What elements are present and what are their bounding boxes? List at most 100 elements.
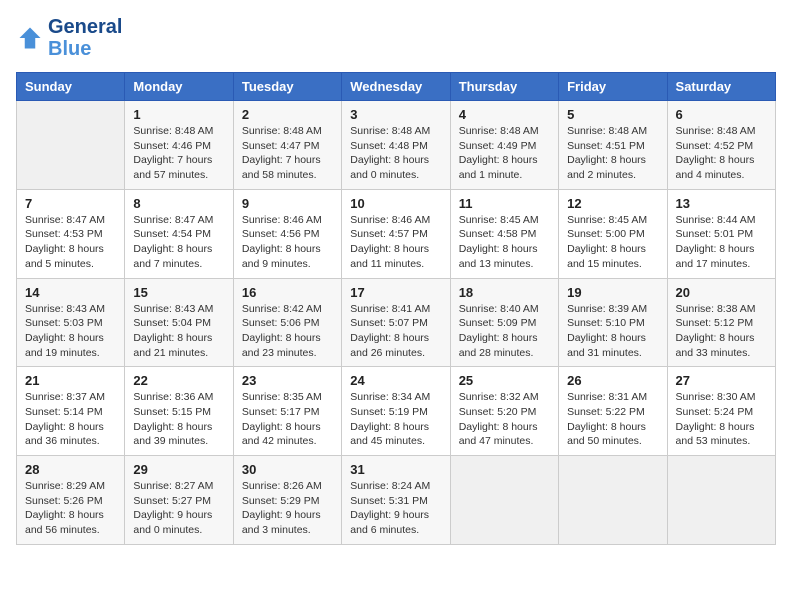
calendar-header: SundayMondayTuesdayWednesdayThursdayFrid… — [17, 73, 776, 101]
day-number: 6 — [676, 107, 767, 122]
day-number: 27 — [676, 373, 767, 388]
calendar-week-row: 1 Sunrise: 8:48 AMSunset: 4:46 PMDaylight… — [17, 101, 776, 190]
logo: GeneralBlue — [16, 16, 122, 60]
day-info: Sunrise: 8:48 AMSunset: 4:48 PMDaylight:… — [350, 124, 441, 183]
day-number: 15 — [133, 285, 224, 300]
day-info: Sunrise: 8:42 AMSunset: 5:06 PMDaylight:… — [242, 302, 333, 361]
day-number: 19 — [567, 285, 658, 300]
calendar-day-cell: 8 Sunrise: 8:47 AMSunset: 4:54 PMDaylight… — [125, 189, 233, 278]
weekday-header: Tuesday — [233, 73, 341, 101]
day-info: Sunrise: 8:46 AMSunset: 4:57 PMDaylight:… — [350, 213, 441, 272]
calendar-day-cell: 26 Sunrise: 8:31 AMSunset: 5:22 PMDayligh… — [559, 367, 667, 456]
day-number: 26 — [567, 373, 658, 388]
day-info: Sunrise: 8:43 AMSunset: 5:04 PMDaylight:… — [133, 302, 224, 361]
calendar-week-row: 28Sunrise: 8:29 AMSunset: 5:26 PMDayligh… — [17, 456, 776, 545]
day-number: 21 — [25, 373, 116, 388]
calendar-day-cell: 16Sunrise: 8:42 AMSunset: 5:06 PMDayligh… — [233, 278, 341, 367]
day-number: 5 — [567, 107, 658, 122]
day-number: 13 — [676, 196, 767, 211]
day-number: 29 — [133, 462, 224, 477]
weekday-header: Saturday — [667, 73, 775, 101]
calendar-day-cell: 5 Sunrise: 8:48 AMSunset: 4:51 PMDaylight… — [559, 101, 667, 190]
calendar-day-cell — [667, 456, 775, 545]
calendar-week-row: 21 Sunrise: 8:37 AMSunset: 5:14 PMDayligh… — [17, 367, 776, 456]
calendar-day-cell: 27 Sunrise: 8:30 AMSunset: 5:24 PMDayligh… — [667, 367, 775, 456]
weekday-header: Thursday — [450, 73, 558, 101]
calendar-day-cell: 15 Sunrise: 8:43 AMSunset: 5:04 PMDayligh… — [125, 278, 233, 367]
day-info: Sunrise: 8:26 AMSunset: 5:29 PMDaylight:… — [242, 479, 333, 538]
calendar-day-cell: 22Sunrise: 8:36 AMSunset: 5:15 PMDayligh… — [125, 367, 233, 456]
day-info: Sunrise: 8:43 AMSunset: 5:03 PMDaylight:… — [25, 302, 116, 361]
calendar-day-cell: 30 Sunrise: 8:26 AMSunset: 5:29 PMDayligh… — [233, 456, 341, 545]
day-number: 22 — [133, 373, 224, 388]
day-number: 9 — [242, 196, 333, 211]
calendar-day-cell: 23 Sunrise: 8:35 AMSunset: 5:17 PMDayligh… — [233, 367, 341, 456]
calendar-day-cell: 11 Sunrise: 8:45 AMSunset: 4:58 PMDayligh… — [450, 189, 558, 278]
calendar-day-cell: 25Sunrise: 8:32 AMSunset: 5:20 PMDayligh… — [450, 367, 558, 456]
calendar-day-cell: 1 Sunrise: 8:48 AMSunset: 4:46 PMDaylight… — [125, 101, 233, 190]
logo-text: GeneralBlue — [48, 16, 122, 60]
calendar-day-cell — [559, 456, 667, 545]
calendar-day-cell: 17 Sunrise: 8:41 AMSunset: 5:07 PMDayligh… — [342, 278, 450, 367]
calendar-day-cell: 10 Sunrise: 8:46 AMSunset: 4:57 PMDayligh… — [342, 189, 450, 278]
day-number: 24 — [350, 373, 441, 388]
weekday-header: Monday — [125, 73, 233, 101]
calendar-day-cell: 12Sunrise: 8:45 AMSunset: 5:00 PMDayligh… — [559, 189, 667, 278]
day-info: Sunrise: 8:30 AMSunset: 5:24 PMDaylight:… — [676, 390, 767, 449]
day-info: Sunrise: 8:27 AMSunset: 5:27 PMDaylight:… — [133, 479, 224, 538]
day-number: 11 — [459, 196, 550, 211]
day-info: Sunrise: 8:44 AMSunset: 5:01 PMDaylight:… — [676, 213, 767, 272]
day-info: Sunrise: 8:48 AMSunset: 4:52 PMDaylight:… — [676, 124, 767, 183]
weekday-header: Wednesday — [342, 73, 450, 101]
calendar-day-cell: 3 Sunrise: 8:48 AMSunset: 4:48 PMDaylight… — [342, 101, 450, 190]
day-info: Sunrise: 8:24 AMSunset: 5:31 PMDaylight:… — [350, 479, 441, 538]
day-number: 8 — [133, 196, 224, 211]
day-number: 1 — [133, 107, 224, 122]
day-number: 23 — [242, 373, 333, 388]
calendar-day-cell: 9Sunrise: 8:46 AMSunset: 4:56 PMDaylight… — [233, 189, 341, 278]
day-number: 4 — [459, 107, 550, 122]
day-number: 10 — [350, 196, 441, 211]
calendar-day-cell: 24 Sunrise: 8:34 AMSunset: 5:19 PMDayligh… — [342, 367, 450, 456]
day-info: Sunrise: 8:45 AMSunset: 4:58 PMDaylight:… — [459, 213, 550, 272]
calendar-day-cell — [17, 101, 125, 190]
day-number: 7 — [25, 196, 116, 211]
day-info: Sunrise: 8:34 AMSunset: 5:19 PMDaylight:… — [350, 390, 441, 449]
day-info: Sunrise: 8:31 AMSunset: 5:22 PMDaylight:… — [567, 390, 658, 449]
day-info: Sunrise: 8:48 AMSunset: 4:49 PMDaylight:… — [459, 124, 550, 183]
day-info: Sunrise: 8:47 AMSunset: 4:53 PMDaylight:… — [25, 213, 116, 272]
day-info: Sunrise: 8:39 AMSunset: 5:10 PMDaylight:… — [567, 302, 658, 361]
calendar-table: SundayMondayTuesdayWednesdayThursdayFrid… — [16, 72, 776, 545]
day-info: Sunrise: 8:48 AMSunset: 4:51 PMDaylight:… — [567, 124, 658, 183]
calendar-day-cell — [450, 456, 558, 545]
day-number: 20 — [676, 285, 767, 300]
calendar-day-cell: 6 Sunrise: 8:48 AMSunset: 4:52 PMDaylight… — [667, 101, 775, 190]
day-info: Sunrise: 8:47 AMSunset: 4:54 PMDaylight:… — [133, 213, 224, 272]
day-info: Sunrise: 8:37 AMSunset: 5:14 PMDaylight:… — [25, 390, 116, 449]
day-number: 3 — [350, 107, 441, 122]
day-info: Sunrise: 8:41 AMSunset: 5:07 PMDaylight:… — [350, 302, 441, 361]
day-number: 30 — [242, 462, 333, 477]
calendar-day-cell: 21 Sunrise: 8:37 AMSunset: 5:14 PMDayligh… — [17, 367, 125, 456]
day-number: 18 — [459, 285, 550, 300]
calendar-day-cell: 4 Sunrise: 8:48 AMSunset: 4:49 PMDaylight… — [450, 101, 558, 190]
calendar-day-cell: 29 Sunrise: 8:27 AMSunset: 5:27 PMDayligh… — [125, 456, 233, 545]
day-number: 12 — [567, 196, 658, 211]
day-number: 2 — [242, 107, 333, 122]
day-number: 17 — [350, 285, 441, 300]
calendar-day-cell: 7 Sunrise: 8:47 AMSunset: 4:53 PMDaylight… — [17, 189, 125, 278]
day-info: Sunrise: 8:48 AMSunset: 4:46 PMDaylight:… — [133, 124, 224, 183]
calendar-day-cell: 31 Sunrise: 8:24 AMSunset: 5:31 PMDayligh… — [342, 456, 450, 545]
calendar-day-cell: 14Sunrise: 8:43 AMSunset: 5:03 PMDayligh… — [17, 278, 125, 367]
weekday-header: Sunday — [17, 73, 125, 101]
day-info: Sunrise: 8:35 AMSunset: 5:17 PMDaylight:… — [242, 390, 333, 449]
logo-icon — [16, 24, 44, 52]
calendar-week-row: 14Sunrise: 8:43 AMSunset: 5:03 PMDayligh… — [17, 278, 776, 367]
weekday-header: Friday — [559, 73, 667, 101]
day-info: Sunrise: 8:40 AMSunset: 5:09 PMDaylight:… — [459, 302, 550, 361]
day-info: Sunrise: 8:29 AMSunset: 5:26 PMDaylight:… — [25, 479, 116, 538]
day-number: 31 — [350, 462, 441, 477]
calendar-day-cell: 18 Sunrise: 8:40 AMSunset: 5:09 PMDayligh… — [450, 278, 558, 367]
day-info: Sunrise: 8:38 AMSunset: 5:12 PMDaylight:… — [676, 302, 767, 361]
page-header: GeneralBlue — [16, 16, 776, 60]
